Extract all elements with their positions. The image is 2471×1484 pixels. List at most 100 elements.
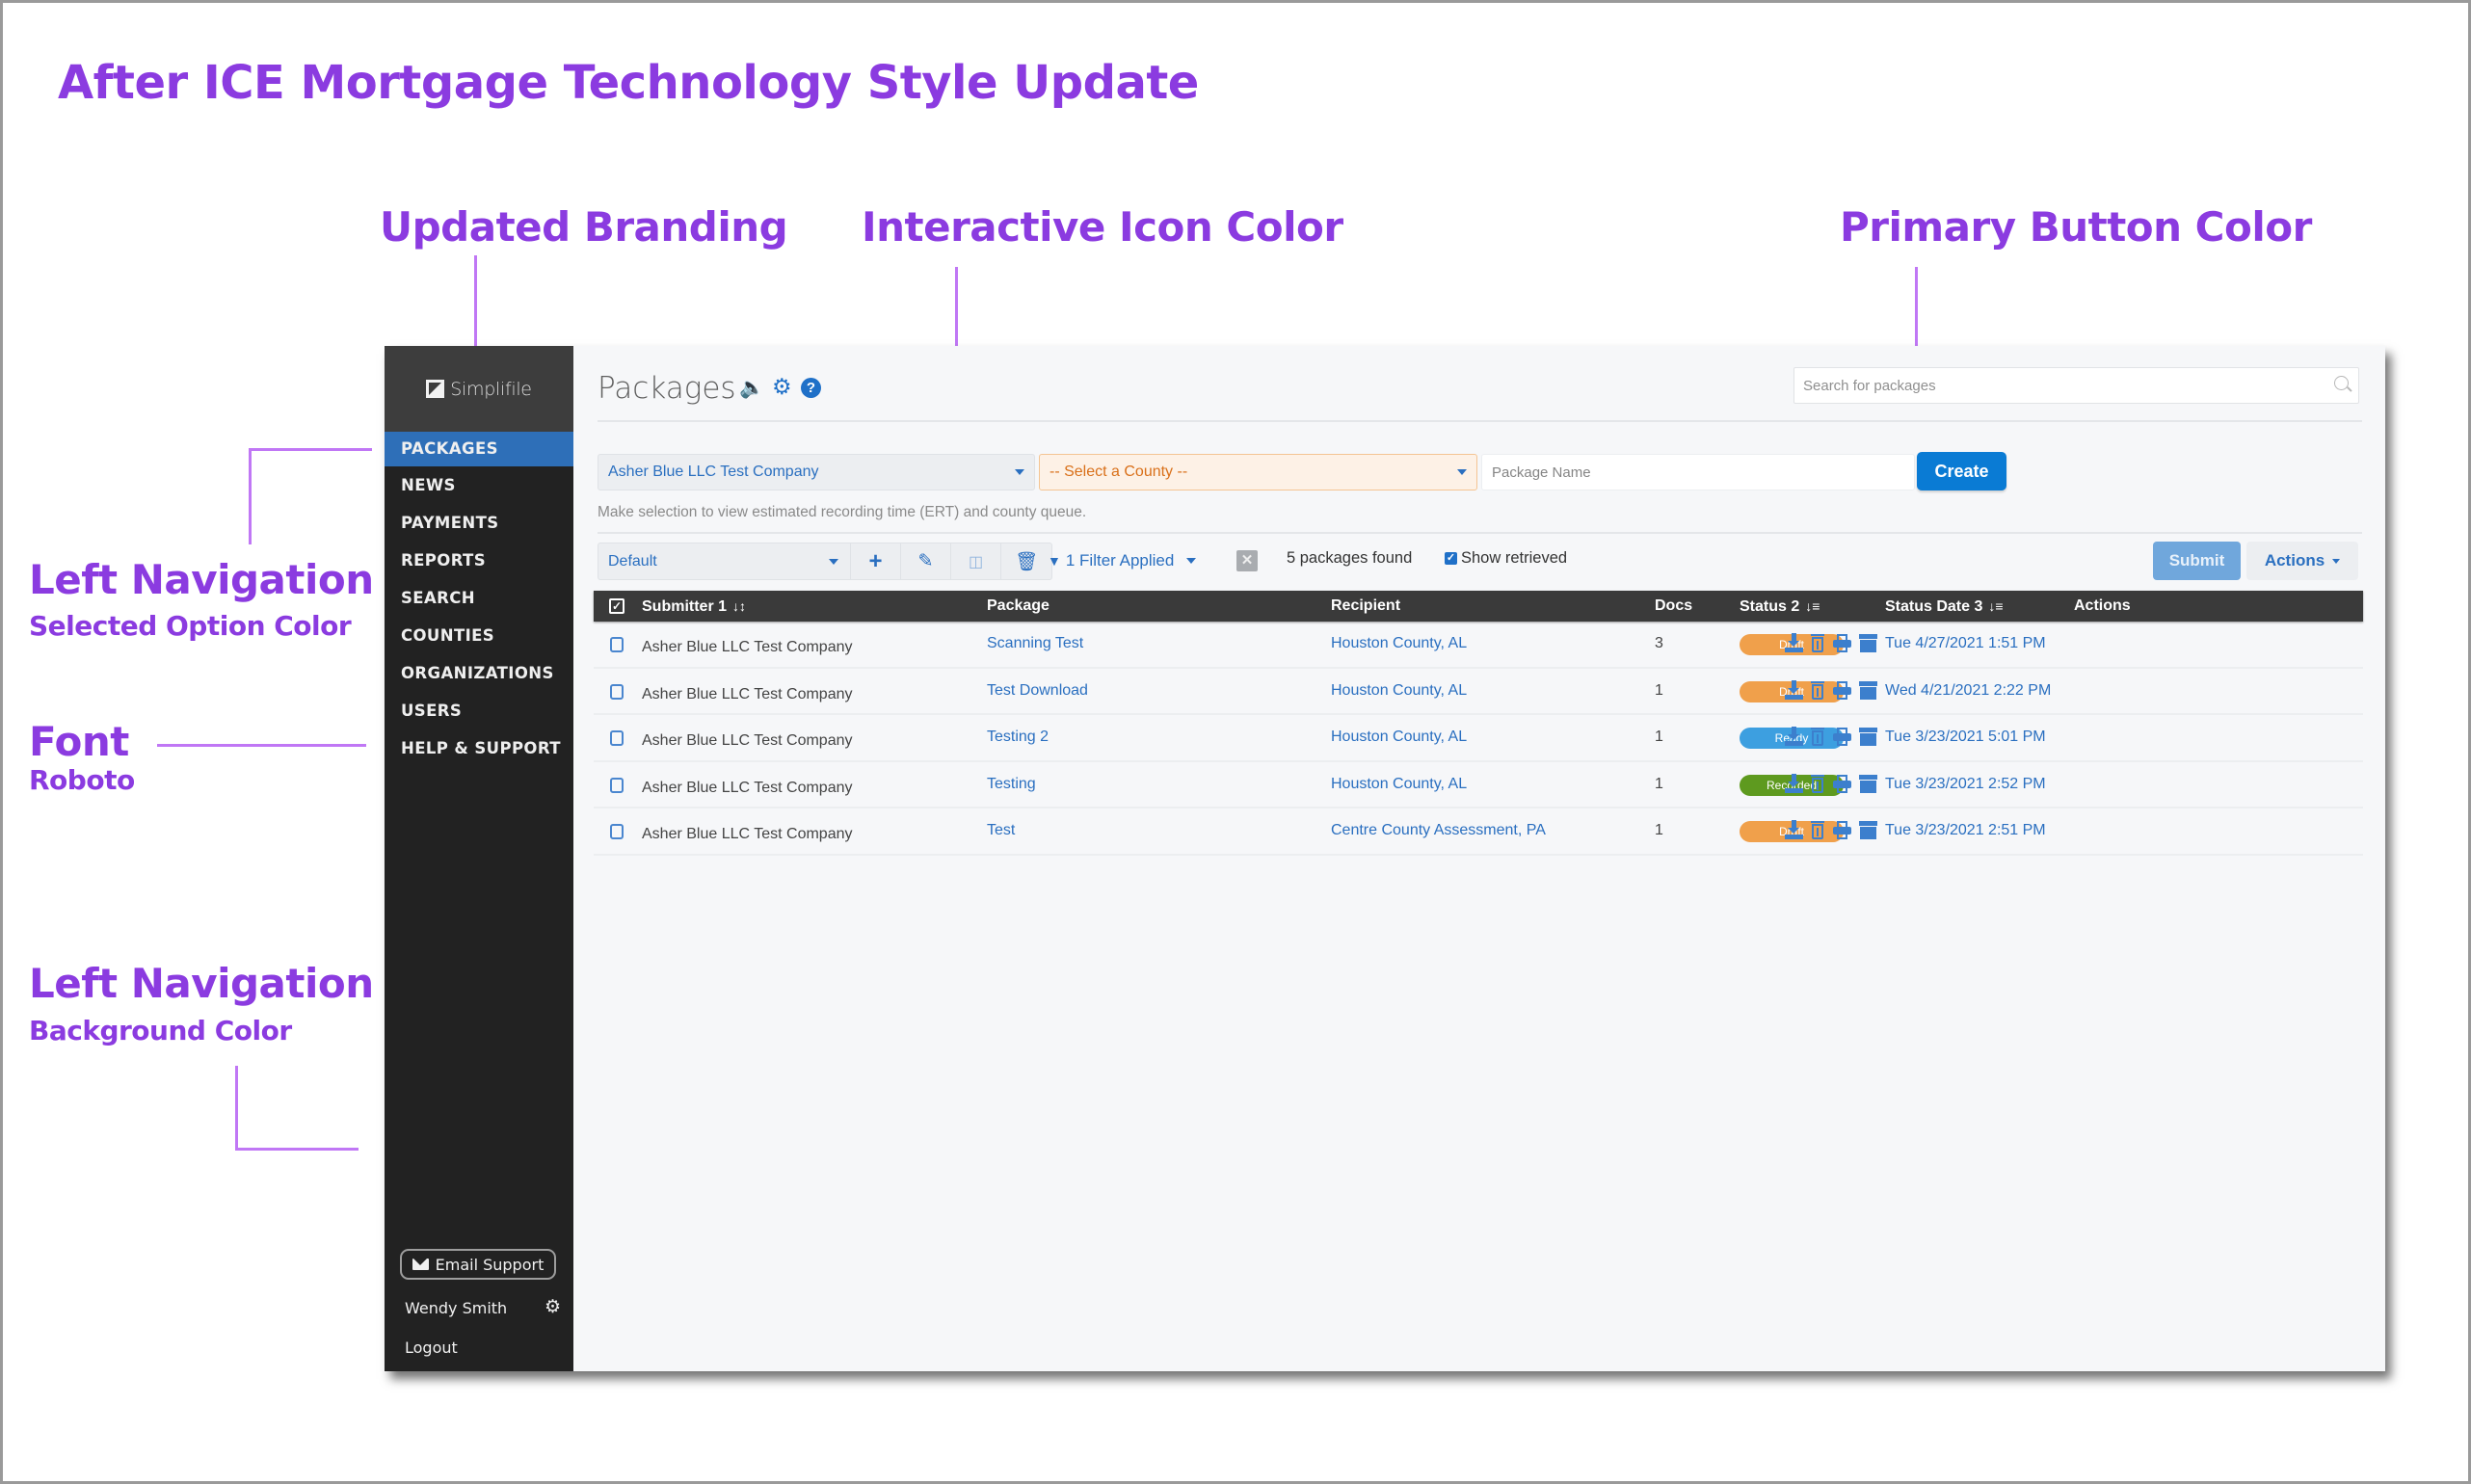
column-header-recipient[interactable]: Recipient	[1331, 591, 1400, 622]
edit-pencil-icon[interactable]: ✎	[901, 543, 951, 579]
callout-line-navbg-h	[235, 1148, 359, 1151]
gear-icon[interactable]: ⚙	[772, 376, 792, 398]
package-name-input[interactable]	[1482, 455, 1914, 490]
row-status-date: Tue 4/27/2021 1:51 PM	[1885, 635, 2046, 651]
archive-icon[interactable]	[1858, 820, 1877, 840]
sort-desc-icon: ↓≡	[1805, 598, 1820, 614]
download-icon[interactable]	[1784, 773, 1803, 793]
column-header-submitter[interactable]: Submitter 1 ↓↕	[642, 591, 746, 623]
download-icon[interactable]	[1784, 679, 1803, 700]
county-select[interactable]: -- Select a County --	[1039, 454, 1477, 490]
email-support-button[interactable]: Email Support	[400, 1249, 556, 1280]
print-icon[interactable]	[1832, 727, 1851, 747]
row-recipient-link[interactable]: Houston County, AL	[1331, 669, 1467, 713]
row-checkbox[interactable]	[610, 824, 624, 840]
archive-icon[interactable]	[1858, 633, 1877, 652]
row-status-date: Tue 3/23/2021 5:01 PM	[1885, 729, 2046, 746]
sidebar-item-users[interactable]: USERS	[385, 692, 573, 729]
brand-name: Simplifile	[450, 378, 532, 400]
row-package-link[interactable]: Test	[987, 808, 1015, 853]
row-package-link[interactable]: Testing 2	[987, 715, 1049, 759]
archive-icon[interactable]	[1858, 727, 1877, 747]
row-docs-count: 1	[1655, 822, 1663, 839]
download-icon[interactable]	[1784, 820, 1803, 840]
actions-dropdown-button[interactable]: Actions	[2246, 542, 2358, 580]
table-row[interactable]: Asher Blue LLC Test Company Test Downloa…	[594, 669, 2363, 716]
row-package-link[interactable]: Test Download	[987, 669, 1088, 713]
delete-view-trash-icon[interactable]: 🗑	[1001, 543, 1051, 579]
annotation-interactive-icon-color: Interactive Icon Color	[862, 203, 1343, 251]
brand-logo[interactable]: Simplifile	[385, 346, 573, 432]
search-icon[interactable]	[2334, 376, 2349, 390]
print-icon[interactable]	[1832, 820, 1851, 840]
clear-filter-close-icon[interactable]: ✕	[1236, 550, 1258, 571]
sidebar-item-news[interactable]: NEWS	[385, 466, 573, 504]
trash-icon[interactable]	[1810, 820, 1825, 840]
sidebar-item-counties[interactable]: COUNTIES	[385, 617, 573, 654]
add-view-plus-icon[interactable]: +	[851, 543, 901, 579]
column-header-docs[interactable]: Docs	[1655, 591, 1692, 622]
row-checkbox[interactable]	[610, 777, 624, 793]
table-row[interactable]: Asher Blue LLC Test Company Testing Hous…	[594, 762, 2363, 809]
row-recipient-link[interactable]: Houston County, AL	[1331, 622, 1467, 666]
table-row[interactable]: Asher Blue LLC Test Company Scanning Tes…	[594, 622, 2363, 669]
help-icon[interactable]: ?	[801, 378, 821, 398]
search-input[interactable]	[1794, 368, 2315, 403]
archive-icon[interactable]	[1858, 774, 1877, 793]
row-package-link[interactable]: Testing	[987, 762, 1036, 807]
print-icon[interactable]	[1832, 633, 1851, 652]
logout-link[interactable]: Logout	[405, 1338, 458, 1357]
row-recipient-link[interactable]: Houston County, AL	[1331, 715, 1467, 759]
sidebar-item-search[interactable]: SEARCH	[385, 579, 573, 617]
row-recipient-link[interactable]: Centre County Assessment, PA	[1331, 808, 1546, 853]
trash-icon[interactable]	[1810, 774, 1825, 793]
column-header-status[interactable]: Status 2 ↓≡	[1740, 591, 1820, 623]
trash-icon[interactable]	[1810, 680, 1825, 700]
status-header-label: Status 2	[1740, 598, 1800, 615]
callout-line-branding	[474, 255, 477, 348]
county-select-value: -- Select a County --	[1050, 464, 1188, 480]
select-all-checkbox[interactable]: ✓	[609, 598, 624, 614]
table-row[interactable]: Asher Blue LLC Test Company Test Centre …	[594, 808, 2363, 856]
submit-button[interactable]: Submit	[2153, 542, 2241, 580]
sidebar-item-organizations[interactable]: ORGANIZATIONS	[385, 654, 573, 692]
sidebar-item-payments[interactable]: PAYMENTS	[385, 504, 573, 542]
package-name-field[interactable]	[1481, 454, 1915, 490]
show-retrieved-label: Show retrieved	[1461, 549, 1568, 567]
download-icon[interactable]	[1784, 633, 1803, 652]
saved-view-select[interactable]: Default	[598, 543, 851, 579]
archive-icon[interactable]	[1858, 680, 1877, 700]
trash-icon[interactable]	[1810, 727, 1825, 747]
row-package-link[interactable]: Scanning Test	[987, 622, 1083, 666]
chevron-down-icon	[2332, 558, 2341, 564]
create-button[interactable]: Create	[1917, 452, 2006, 490]
callout-line-nav-v	[249, 448, 252, 544]
show-retrieved-checkbox[interactable]: ✓	[1445, 552, 1457, 565]
filter-dropdown[interactable]: ▼ 1 Filter Applied	[1048, 551, 1197, 570]
row-recipient-link[interactable]: Houston County, AL	[1331, 762, 1467, 807]
trash-icon[interactable]	[1810, 633, 1825, 652]
row-checkbox[interactable]	[610, 637, 624, 652]
sidebar-item-packages[interactable]: PACKAGES	[385, 432, 573, 466]
print-icon[interactable]	[1832, 774, 1851, 793]
row-actions	[1784, 727, 1877, 747]
table-row[interactable]: Asher Blue LLC Test Company Testing 2 Ho…	[594, 715, 2363, 762]
column-header-status-date[interactable]: Status Date 3 ↓≡	[1885, 591, 2004, 623]
show-retrieved-toggle[interactable]: ✓ Show retrieved	[1445, 549, 1567, 568]
filter-label: 1 Filter Applied	[1065, 551, 1175, 570]
save-disk-icon[interactable]: ◫	[951, 543, 1001, 579]
row-checkbox[interactable]	[610, 683, 624, 700]
sidebar-item-reports[interactable]: REPORTS	[385, 542, 573, 579]
print-icon[interactable]	[1832, 680, 1851, 700]
column-header-package[interactable]: Package	[987, 591, 1050, 622]
volume-icon[interactable]: 🔈	[739, 378, 764, 398]
row-submitter: Asher Blue LLC Test Company	[642, 732, 853, 750]
download-icon[interactable]	[1784, 727, 1803, 747]
search-packages-field[interactable]	[1793, 367, 2359, 404]
user-settings-gear-icon[interactable]: ⚙	[545, 1296, 561, 1318]
row-checkbox[interactable]	[610, 730, 624, 747]
submitter-select[interactable]: Asher Blue LLC Test Company	[598, 454, 1035, 490]
sidebar-item-help-support[interactable]: HELP & SUPPORT	[385, 729, 573, 767]
annotation-left-nav-selected: Left Navigation	[29, 556, 374, 603]
user-name[interactable]: Wendy Smith	[405, 1299, 507, 1317]
